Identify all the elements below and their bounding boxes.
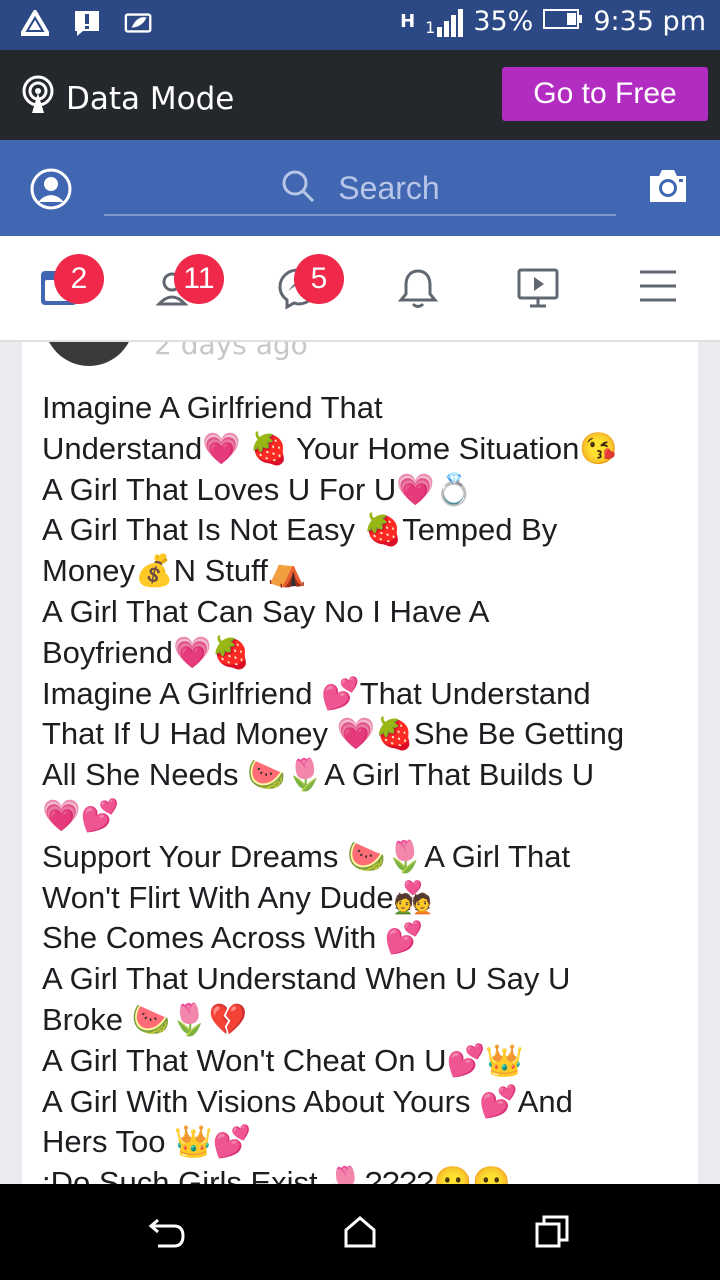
post-time: 2 days ago	[154, 342, 308, 361]
signal-icon: 1	[425, 7, 464, 37]
post-line: Won't Flirt With Any Dude💑	[42, 879, 433, 915]
newsfeed-badge: 2	[54, 254, 104, 304]
status-icons-right: H 1 35% 9:35 pm	[400, 6, 706, 37]
video-icon	[516, 268, 560, 314]
post-line: That If U Had Money 💗🍓She Be Getting	[42, 716, 625, 752]
news-feed[interactable]: 2 days ago Imagine A Girlfriend That Und…	[0, 342, 720, 1184]
post-line: Support Your Dreams 🍉🌷A Girl That	[42, 838, 571, 874]
post-line: All She Needs 🍉🌷A Girl That Builds U	[42, 757, 595, 793]
recent-apps-icon[interactable]	[534, 1214, 570, 1250]
status-bar: H 1 35% 9:35 pm	[0, 0, 720, 50]
post-line: Hers Too 👑💕	[42, 1124, 252, 1160]
status-icons-left	[20, 8, 154, 38]
search-icon	[280, 168, 316, 208]
post-line: She Comes Across With 💕	[42, 920, 424, 956]
search-input[interactable]: Search	[104, 162, 616, 216]
broadcast-icon	[20, 75, 56, 123]
battery-percent: 35%	[473, 6, 534, 37]
post-line: Imagine A Girlfriend 💕That Understand	[42, 675, 591, 711]
tab-menu[interactable]	[638, 266, 680, 312]
home-icon[interactable]	[342, 1214, 378, 1250]
network-type: H	[400, 11, 416, 32]
search-placeholder: Search	[338, 169, 440, 206]
tab-notifications[interactable]	[396, 266, 442, 312]
post-line: Imagine A Girlfriend That	[42, 390, 383, 425]
post-line: Money💰N Stuff⛺	[42, 553, 307, 589]
back-icon[interactable]	[148, 1214, 185, 1250]
data-mode-bar: Data Mode Go to Free	[0, 50, 720, 140]
profile-icon[interactable]	[30, 168, 72, 210]
post-line: Broke 🍉🌷💔	[42, 1001, 248, 1037]
tab-watch[interactable]	[516, 266, 562, 312]
data-mode-label: Data Mode	[66, 81, 235, 117]
bell-icon	[396, 269, 440, 314]
post-line: 💗💕	[42, 797, 120, 833]
system-nav-bar	[0, 1184, 720, 1280]
data-mode-indicator: Data Mode	[20, 75, 234, 123]
post-line: Understand💗 🍓 Your Home Situation😘	[42, 430, 618, 466]
search-header: Search	[0, 140, 720, 236]
post-text: Imagine A Girlfriend That Understand💗 🍓 …	[42, 388, 682, 1184]
clock: 9:35 pm	[593, 6, 706, 37]
camera-icon[interactable]	[648, 168, 688, 208]
signal-prefix: 1	[425, 17, 436, 37]
post-line: A Girl That Loves U For U💗💍	[42, 471, 474, 507]
battery-icon	[543, 6, 583, 37]
avatar[interactable]	[44, 342, 134, 366]
post-line: A Girl With Visions About Yours 💕And	[42, 1083, 573, 1119]
go-to-free-button[interactable]: Go to Free	[502, 67, 708, 121]
post-card: 2 days ago Imagine A Girlfriend That Und…	[22, 342, 698, 1184]
hamburger-icon	[638, 270, 678, 310]
post-line: A Girl That Won't Cheat On U💕👑	[42, 1042, 524, 1078]
messages-badge: 5	[294, 254, 344, 304]
post-line: A Girl That Can Say No I Have A	[42, 593, 490, 629]
post-line: A Girl That Understand When U Say U	[42, 961, 571, 997]
alert-message-icon	[72, 8, 102, 38]
battery-saver-icon	[124, 8, 154, 38]
warning-triangle-icon	[20, 8, 50, 38]
nav-tabs: 2 11 5	[0, 236, 720, 342]
post-line: :Do Such Girls Exist 🌷????😶😶	[42, 1165, 511, 1184]
friends-badge: 11	[174, 254, 224, 304]
post-line: A Girl That Is Not Easy 🍓Temped By	[42, 512, 558, 548]
post-line: Boyfriend💗🍓	[42, 634, 251, 670]
